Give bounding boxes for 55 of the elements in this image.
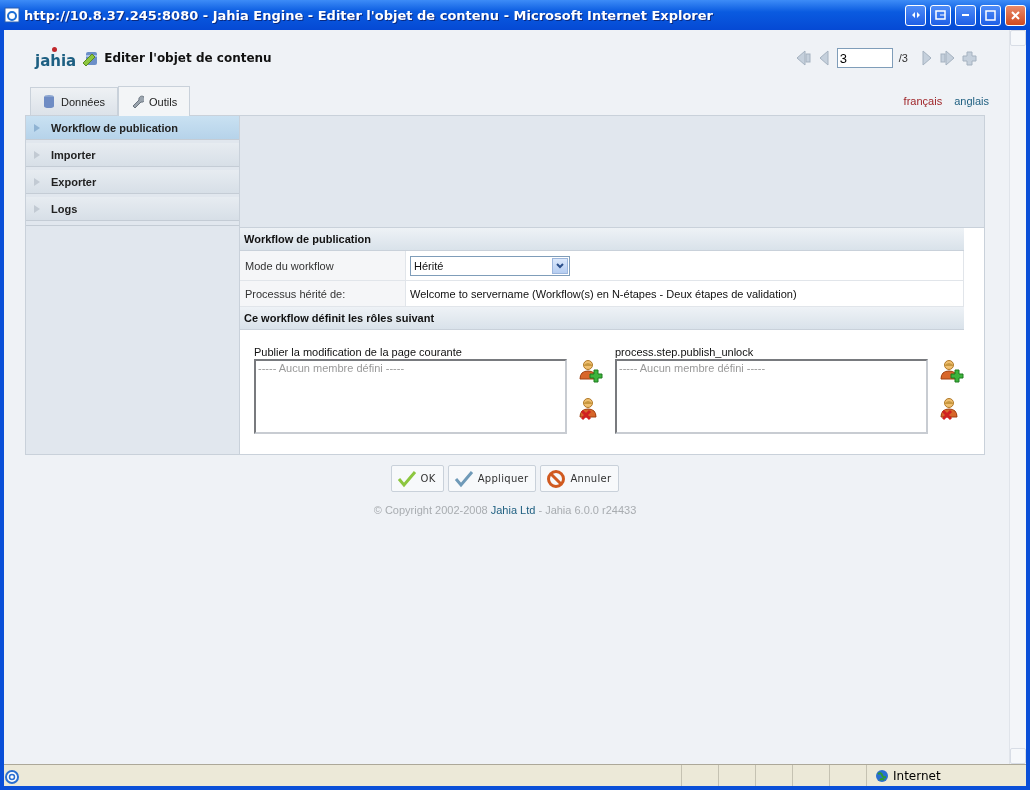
section-header: Workflow de publication	[240, 228, 964, 251]
browser-icon	[4, 767, 20, 784]
role-label: Publier la modification de la page courante	[254, 346, 463, 359]
page-title: Editer l'objet de contenu	[104, 51, 272, 65]
database-icon	[43, 94, 56, 109]
user-add-icon[interactable]	[579, 359, 603, 383]
sidebar-item[interactable]: Logs	[26, 197, 239, 221]
logo: jahia	[35, 46, 77, 70]
minimize-icon	[962, 14, 969, 16]
tab[interactable]: Outils	[118, 86, 191, 116]
page-icon	[4, 7, 20, 23]
check-icon	[453, 468, 474, 489]
sidebar-item[interactable]: Importer	[26, 143, 239, 167]
workflow-mode-select[interactable]: Hérité	[410, 255, 570, 276]
arrow-icon	[33, 203, 41, 214]
dialog-button[interactable]: OK	[390, 465, 444, 492]
resize-button[interactable]	[905, 4, 926, 26]
arrow-icon	[33, 149, 41, 160]
close-button[interactable]	[1005, 4, 1026, 26]
dialog-button[interactable]: Appliquer	[447, 465, 537, 492]
empty-list-text: ----- Aucun membre défini -----	[619, 362, 766, 374]
exit-icon	[934, 8, 947, 22]
minimize-button[interactable]	[955, 4, 976, 26]
zone-label: Internet	[893, 768, 941, 783]
role-label: process.step.publish_unlock	[615, 346, 755, 359]
wrench-icon	[131, 94, 145, 109]
arrow-icon	[33, 122, 41, 133]
language-link[interactable]: anglais	[954, 95, 989, 107]
field-label: Processus hérité de:	[240, 281, 406, 306]
page-count: /3	[898, 52, 908, 64]
empty-list-text: ----- Aucun membre défini -----	[258, 362, 405, 374]
exit-button[interactable]	[930, 4, 951, 26]
edit-icon	[82, 50, 99, 66]
company-link[interactable]: Jahia Ltd	[490, 504, 536, 516]
field-value: Welcome to servername (Workflow(s) en N-étapes - Deux étapes de validation)	[410, 287, 797, 300]
user-add-icon[interactable]	[940, 359, 964, 383]
tab[interactable]: Données	[30, 87, 119, 115]
language-link[interactable]: français	[903, 95, 943, 107]
maximize-icon	[984, 8, 997, 22]
copyright-text: © Copyright 2002-2008	[373, 504, 489, 516]
check-icon	[396, 468, 417, 489]
section-header: Ce workflow définit les rôles suivant	[240, 307, 964, 330]
sidebar-item[interactable]: Exporter	[26, 170, 239, 194]
prohibited-icon	[546, 468, 567, 489]
window-title: http://10.8.37.245:8080 - Jahia Engine - Editer l'objet de contenu - Microsoft Internet Explorer	[24, 7, 714, 23]
maximize-button[interactable]	[980, 4, 1001, 26]
close-icon	[1009, 8, 1022, 22]
arrow-icon	[33, 176, 41, 187]
chevron-down-icon	[555, 261, 565, 270]
page-number-field[interactable]: 3	[836, 48, 893, 68]
sidebar-item[interactable]: Workflow de publication	[26, 116, 239, 140]
globe-icon	[875, 768, 889, 783]
field-label: Mode du workflow	[240, 251, 406, 280]
dialog-button[interactable]: Annuler	[540, 465, 620, 492]
version-text: - Jahia 6.0.0 r24433	[537, 504, 637, 516]
